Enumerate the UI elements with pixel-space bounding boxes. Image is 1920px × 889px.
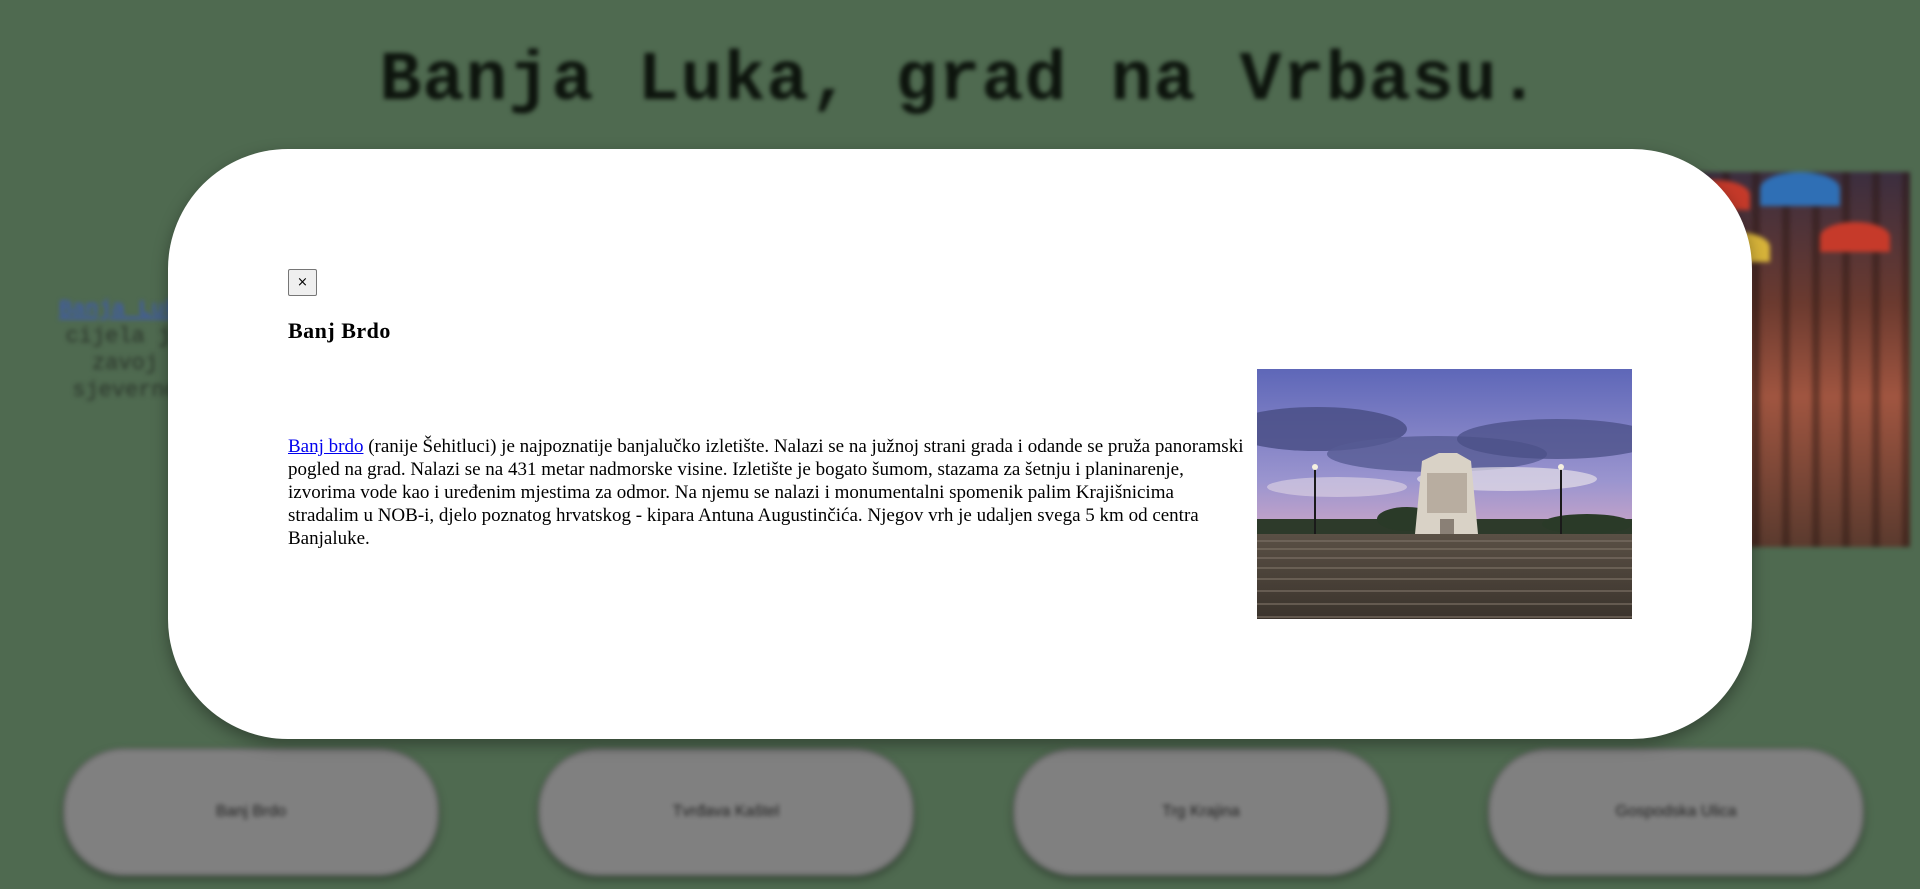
button-banj-brdo[interactable]: Banj Brdo bbox=[63, 748, 439, 876]
page-title: Banja Luka, grad na Vrbasu. bbox=[379, 42, 1541, 121]
modal-title: Banj Brdo bbox=[288, 318, 391, 343]
button-trg-krajina[interactable]: Trg Krajina bbox=[1013, 748, 1389, 876]
close-button[interactable]: × bbox=[288, 269, 317, 296]
modal-dialog: × Banj Brdo Banj brdo (ranije Šehitluci)… bbox=[168, 149, 1752, 739]
monument-image bbox=[1257, 369, 1632, 619]
banj-brdo-link[interactable]: Banj brdo bbox=[288, 436, 363, 457]
intro-line: zavoj bbox=[91, 351, 158, 376]
button-gospodska-ulica[interactable]: Gospodska Ulica bbox=[1488, 748, 1864, 876]
attraction-buttons: Banj Brdo Tvrđava Kaštel Trg Krajina Gos… bbox=[0, 748, 1920, 876]
intro-line: sjeverno bbox=[72, 378, 178, 403]
close-icon: × bbox=[297, 275, 308, 290]
umbrella-shape bbox=[1820, 222, 1890, 252]
intro-line: cijela je bbox=[65, 324, 185, 349]
button-tvrdjava-kastel[interactable]: Tvrđava Kaštel bbox=[538, 748, 914, 876]
monument-photo bbox=[1257, 369, 1632, 619]
modal-description: Banj brdo (ranije Šehitluci) je najpozna… bbox=[288, 435, 1248, 550]
umbrella-shape bbox=[1760, 172, 1840, 206]
description-text: (ranije Šehitluci) je najpoznatije banja… bbox=[288, 436, 1244, 549]
